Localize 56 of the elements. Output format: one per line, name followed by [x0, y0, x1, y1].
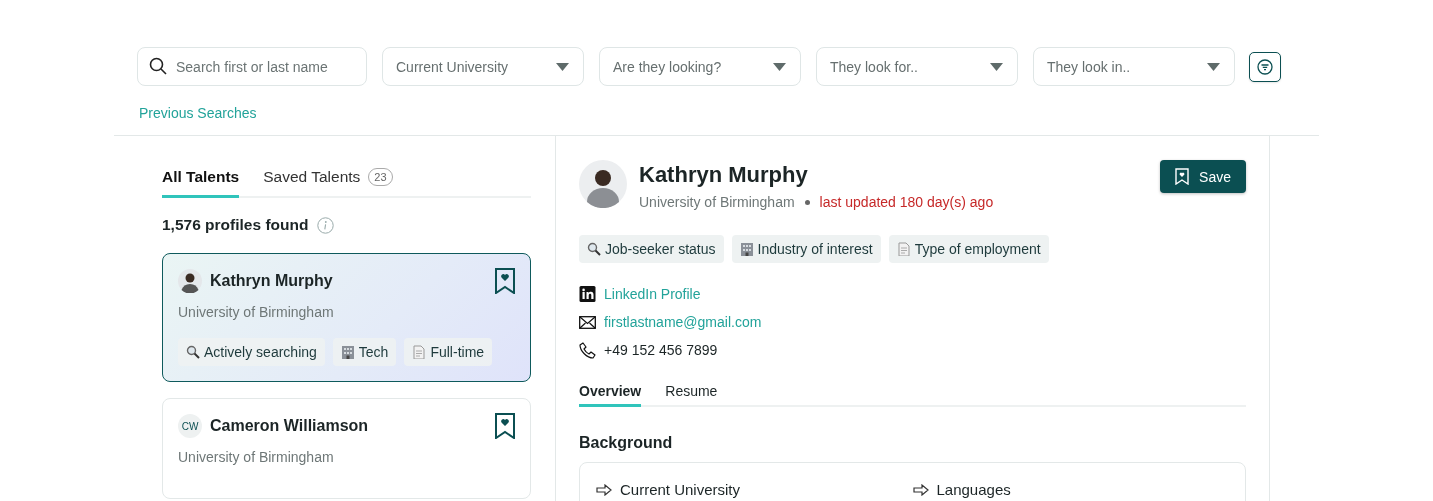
- filter-dropdown[interactable]: They look for..: [816, 47, 1018, 86]
- filter-dropdown[interactable]: Current University: [382, 47, 584, 86]
- magnifier-icon: [186, 345, 200, 359]
- profile-tab[interactable]: Resume: [665, 383, 718, 407]
- tag: Full-time: [404, 338, 493, 366]
- save-button[interactable]: Save: [1160, 160, 1246, 193]
- search-field[interactable]: Search first or last name: [137, 47, 367, 86]
- filter-dropdown[interactable]: Are they looking?: [599, 47, 801, 86]
- profile-card[interactable]: Kathryn Murphy University of Birmingham Actively searching Tech Full-time: [162, 253, 531, 382]
- profile-name: Kathryn Murphy: [639, 162, 809, 188]
- field-label: Current University: [620, 481, 741, 498]
- caret-icon: [1207, 62, 1220, 71]
- building-icon: [739, 242, 754, 256]
- profile-name: Cameron Williamson: [210, 417, 370, 435]
- info-icon: [317, 216, 335, 234]
- avatar: [579, 160, 627, 208]
- field-label: Languages: [936, 481, 1011, 498]
- university-text: University of Birmingham: [639, 194, 795, 210]
- section-title: Background: [579, 434, 674, 452]
- caret-icon: [990, 62, 1003, 71]
- talents-tab[interactable]: All Talents: [162, 158, 240, 198]
- university-text: University of Birmingham: [178, 304, 335, 320]
- document-icon: [896, 242, 911, 256]
- email-icon: [579, 315, 596, 329]
- bookmark-icon: [1175, 168, 1190, 185]
- avatar: [178, 269, 202, 293]
- magnifier-icon: [587, 242, 601, 256]
- linkedin-icon: [579, 286, 596, 302]
- phone-icon: [579, 341, 596, 359]
- university-text: University of Birmingham: [178, 449, 335, 465]
- caret-icon: [773, 62, 786, 71]
- last-updated-text: last updated 180 day(s) ago: [819, 194, 994, 210]
- separator-dot: [804, 199, 810, 205]
- arrow-icon: [912, 483, 929, 496]
- tag: Job-seeker status: [579, 235, 724, 263]
- arrow-icon: [596, 483, 612, 496]
- filter-button[interactable]: [1249, 51, 1281, 82]
- bookmark-icon[interactable]: [495, 413, 515, 439]
- filter-dropdown[interactable]: They look in..: [1033, 47, 1235, 86]
- profile-name: Kathryn Murphy: [210, 272, 334, 290]
- bookmark-icon[interactable]: [495, 268, 515, 294]
- phone-number: +49 152 456 7899: [604, 342, 718, 358]
- tag: Actively searching: [178, 338, 325, 366]
- tag: Type of employment: [888, 235, 1049, 263]
- document-icon: [412, 345, 427, 359]
- profile-tab[interactable]: Overview: [579, 383, 642, 407]
- talents-tab[interactable]: Saved Talents 23: [263, 158, 393, 198]
- tag: Tech: [332, 338, 397, 366]
- profiles-count: 1,576 profiles found: [162, 216, 309, 234]
- building-icon: [340, 345, 355, 359]
- tag: Industry of interest: [731, 235, 881, 263]
- search-icon: [149, 57, 167, 75]
- caret-icon: [556, 62, 569, 71]
- initials-avatar: CW: [178, 414, 202, 438]
- profile-card[interactable]: CW Cameron Williamson University of Birmingham: [162, 398, 531, 499]
- filter-icon: [1257, 58, 1273, 75]
